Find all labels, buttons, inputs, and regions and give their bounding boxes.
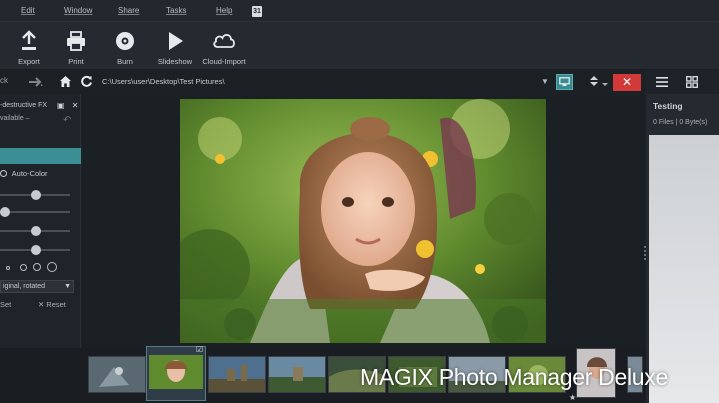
thumbnail[interactable]: [268, 356, 326, 393]
maximize-icon[interactable]: ▣: [57, 101, 65, 110]
size-option-1[interactable]: [6, 266, 10, 270]
cloud-icon: [213, 34, 235, 48]
folder-title: Testing: [653, 101, 683, 111]
star-icon[interactable]: ★: [569, 393, 576, 402]
print-icon: [67, 31, 85, 51]
close-icon[interactable]: ✕: [72, 101, 79, 110]
panel-window-controls[interactable]: ▣ ✕: [57, 101, 79, 110]
palette-icon: [0, 170, 7, 177]
sort-arrows-icon: [590, 76, 608, 86]
navigation-bar: ck C:\Users\user\Desktop\Test Pictures\ …: [0, 70, 645, 94]
disc-icon: [116, 32, 134, 50]
back-button[interactable]: ck: [0, 76, 8, 85]
list-view-icon[interactable]: [656, 76, 668, 88]
effects-panel-subtitle: vailable –: [0, 115, 30, 122]
chevron-down-icon: ▼: [64, 283, 71, 290]
path-dropdown-button[interactable]: ▼: [540, 75, 550, 89]
export-icon: [22, 30, 36, 50]
menu-bar: Edit Window Share Tasks Help 31: [0, 0, 719, 22]
play-icon: [169, 32, 183, 50]
reset-button[interactable]: ✕ Reset: [38, 300, 66, 309]
reset-label: Reset: [46, 300, 66, 309]
preview-photo[interactable]: [180, 99, 546, 343]
slider-4[interactable]: [0, 245, 70, 255]
slider-knob[interactable]: [31, 190, 42, 200]
menu-window[interactable]: Window: [64, 6, 92, 15]
menu-edit[interactable]: Edit: [21, 6, 35, 15]
slider-2[interactable]: [0, 207, 70, 217]
thumbnail-image: [89, 357, 145, 392]
toolbar: Export Print Burn Slideshow Cloud-Import: [0, 22, 719, 70]
effects-panel-title: -destructive FX: [0, 102, 48, 109]
slider-3[interactable]: [0, 226, 70, 236]
thumbnail[interactable]: [208, 356, 266, 393]
brush-size-selector: [6, 262, 66, 273]
thumbnail-image: [149, 355, 203, 389]
menu-share[interactable]: Share: [118, 6, 139, 15]
calendar-badge[interactable]: 31: [252, 6, 262, 17]
menu-help[interactable]: Help: [216, 6, 232, 15]
cloud-import-label: Cloud-Import: [202, 57, 246, 66]
auto-color-label: Auto-Color: [11, 169, 48, 178]
thumbnail-image: [209, 357, 265, 392]
thumbnail-image: [269, 357, 325, 392]
size-option-2[interactable]: [20, 264, 27, 271]
folder-content-area[interactable]: [649, 135, 719, 403]
slider-1[interactable]: [0, 190, 70, 200]
preset-bar[interactable]: [0, 148, 81, 164]
monitor-icon: [559, 77, 570, 86]
rotation-select-value: iginal, rotated: [3, 283, 46, 290]
thumbnail-selected[interactable]: [146, 346, 206, 401]
refresh-icon[interactable]: [80, 75, 93, 88]
reset-x-icon: ✕: [38, 300, 45, 309]
close-view-button[interactable]: ✕: [613, 74, 641, 91]
thumbnail[interactable]: [88, 356, 146, 393]
slider-knob[interactable]: [0, 207, 10, 217]
slider-knob[interactable]: [31, 245, 42, 255]
set-button[interactable]: Set: [0, 300, 11, 309]
sort-button[interactable]: [586, 74, 610, 90]
menu-tasks[interactable]: Tasks: [166, 6, 186, 15]
undo-icon[interactable]: ↶: [63, 115, 71, 126]
monitor-view-button[interactable]: [556, 74, 573, 90]
effects-panel: -destructive FX ▣ ✕ vailable – ↶ Auto-Co…: [0, 94, 81, 348]
home-icon[interactable]: [59, 75, 72, 88]
auto-color-button[interactable]: Auto-Color: [0, 169, 48, 178]
grid-view-icon[interactable]: [686, 76, 698, 88]
slider-knob[interactable]: [31, 226, 42, 236]
size-option-4[interactable]: [47, 262, 57, 272]
product-watermark: MAGIX Photo Manager Deluxe: [360, 364, 668, 390]
forward-arrow-icon[interactable]: [28, 76, 44, 88]
checkmark-icon[interactable]: ☑: [196, 346, 204, 354]
image-viewer: [82, 94, 646, 348]
size-option-3[interactable]: [33, 263, 41, 271]
folder-panel: Testing 0 Files | 0 Byte(s): [646, 94, 719, 403]
path-field[interactable]: C:\Users\user\Desktop\Test Pictures\: [98, 74, 550, 90]
rotation-select[interactable]: iginal, rotated ▼: [0, 280, 74, 293]
folder-summary: 0 Files | 0 Byte(s): [653, 119, 708, 126]
cloud-import-button[interactable]: Cloud-Import: [195, 26, 253, 68]
